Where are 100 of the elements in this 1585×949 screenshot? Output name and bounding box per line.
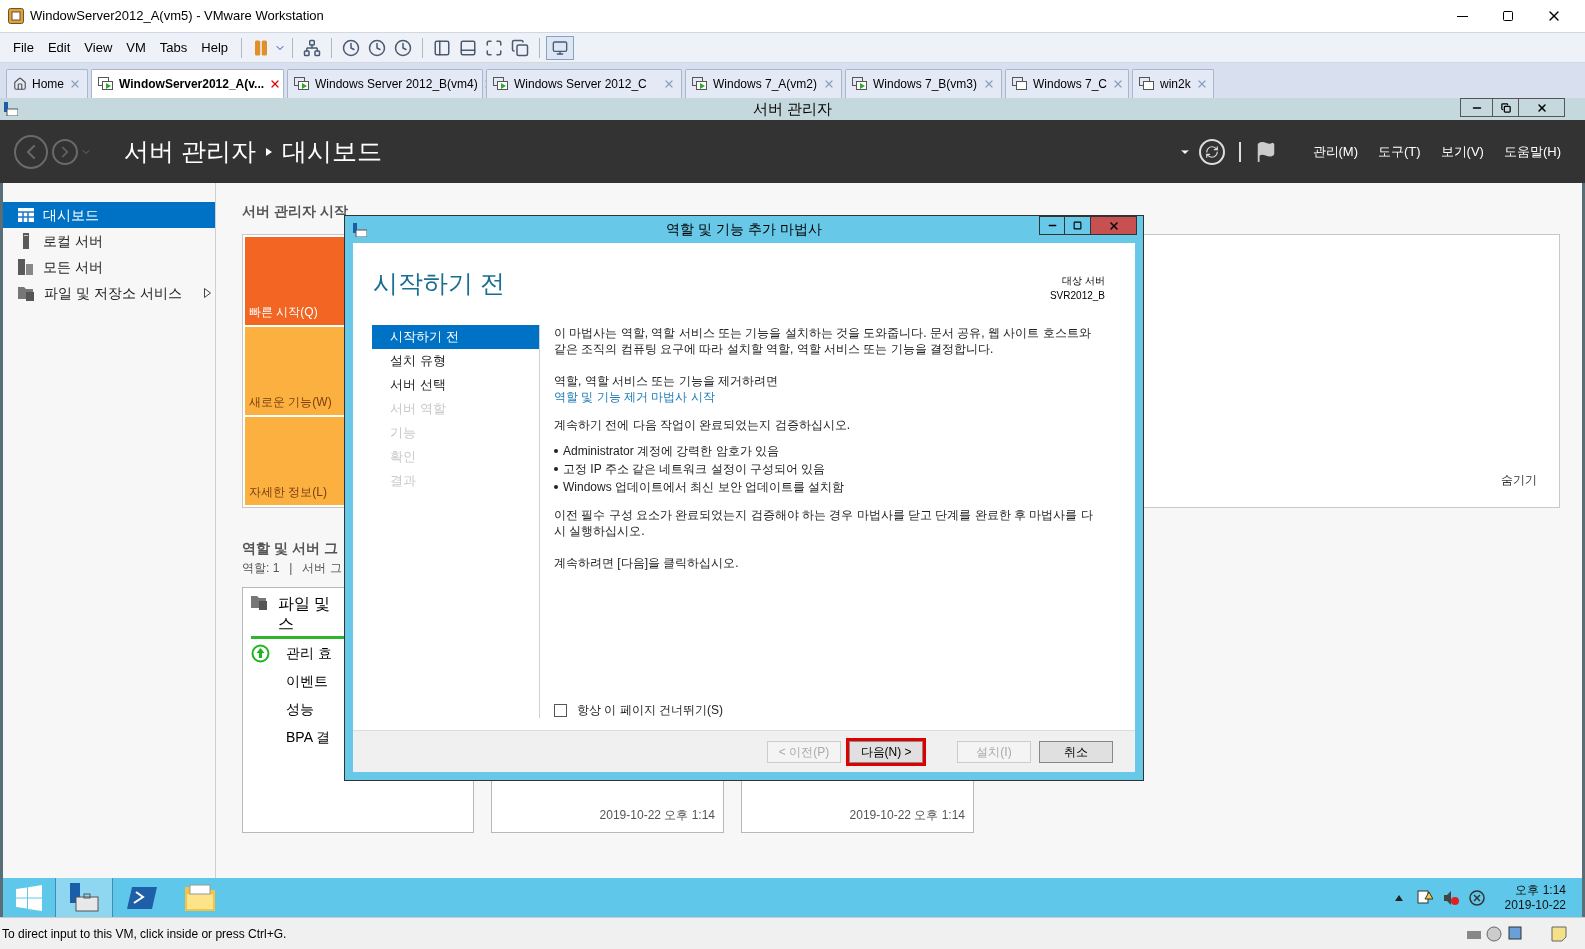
vm-tab[interactable]: Windows 7_B(vm3) xyxy=(845,69,1002,98)
sidebar-item[interactable]: 파일 및 저장소 서비스 xyxy=(3,280,215,306)
tab-label: Windows 7_C xyxy=(1033,76,1108,93)
wizard-step[interactable]: 시작하기 전 xyxy=(372,325,539,349)
wizard-step[interactable]: 설치 유형 xyxy=(372,349,539,373)
vm-tab[interactable]: win2k xyxy=(1132,69,1214,98)
tab-label: win2k xyxy=(1160,76,1191,93)
tile[interactable]: 자세한 정보(L) xyxy=(245,417,345,505)
timestamp: 2019-10-22 오후 1:14 xyxy=(849,807,965,824)
windows-logo-icon xyxy=(16,884,42,911)
card-row-label[interactable]: 관리 효 xyxy=(286,642,332,664)
restore-icon xyxy=(1500,102,1511,113)
speaker-muted-icon[interactable] xyxy=(1442,889,1459,906)
vm-icon xyxy=(493,77,509,91)
timestamp: 2019-10-22 오후 1:14 xyxy=(599,807,715,824)
vm-tab[interactable]: Home xyxy=(6,69,88,98)
menu-item[interactable]: 관리(M) xyxy=(1302,141,1368,162)
menu-item[interactable]: VM xyxy=(119,37,153,58)
server-manager-icon xyxy=(4,102,18,116)
cancel-icon[interactable] xyxy=(1468,889,1485,906)
remove-wizard-link[interactable]: 역할 및 기능 제거 마법사 시작 xyxy=(554,389,715,405)
vm-icon xyxy=(1139,77,1155,91)
tab-label: Windows Server 2012_B(vm4) xyxy=(315,76,478,93)
card-row-label[interactable]: 이벤트 xyxy=(286,670,328,692)
menu-item[interactable]: Tabs xyxy=(152,37,195,58)
paragraph: 이전 필수 구성 요소가 완료되었는지 검증해야 하는 경우 마법사를 닫고 단계를 완료한 후 마법사를 다시 실행하십시오. xyxy=(554,507,1094,539)
breadcrumb-arrow-icon xyxy=(265,147,272,156)
status-text: To direct input to this VM, click inside or press Ctrl+G. xyxy=(2,925,287,943)
card-row-label[interactable]: 성능 xyxy=(286,698,314,720)
sidebar-item[interactable]: 로컬 서버 xyxy=(3,228,215,254)
vm-tab[interactable]: Windows Server 2012_B(vm4) xyxy=(287,69,483,98)
wizard-button[interactable]: 다음(N) > xyxy=(849,740,923,763)
paragraph: 이 마법사는 역할, 역할 서비스 또는 기능을 설치하는 것을 도와줍니다. 문서 공유, 웹 사이트 호스트와 같은 조직의 컴퓨팅 요구에 따라 설치할 역할, 역할 서비스 또는 기능을 결정합니다. xyxy=(554,325,1092,357)
terminal-icon xyxy=(127,886,157,909)
bullet-item: Administrator 계정에 강력한 암호가 있음 xyxy=(563,443,780,459)
refresh-icon xyxy=(1204,144,1219,159)
breadcrumb-item[interactable]: 대시보드 xyxy=(281,132,382,171)
vm-icon xyxy=(98,77,114,91)
menu-item[interactable]: 도구(T) xyxy=(1368,141,1431,162)
target-server-label: 대상 서버 xyxy=(1061,274,1105,288)
vm-tab[interactable]: WindowServer2012_A(v... xyxy=(91,69,284,98)
dialog-title: 역할 및 기능 추가 마법사 xyxy=(666,220,822,239)
close-icon xyxy=(1535,101,1548,114)
tab-label: Home xyxy=(32,76,64,93)
vm-tab[interactable]: Windows 7_A(vm2) xyxy=(685,69,842,98)
vm-icon xyxy=(692,77,708,91)
servers-icon xyxy=(18,259,34,275)
app-icon xyxy=(8,8,24,24)
vm-icon xyxy=(852,77,868,91)
wizard-step[interactable]: 서버 선택 xyxy=(372,373,539,397)
tab-label: WindowServer2012_A(v... xyxy=(119,76,265,93)
bullet-item: 고정 IP 주소 같은 네트워크 설정이 구성되어 있음 xyxy=(563,461,826,477)
section-heading: 역할 및 서버 그 xyxy=(242,539,339,558)
menu-item[interactable]: View xyxy=(77,37,120,58)
toolbox-icon xyxy=(68,882,100,913)
vm-icon xyxy=(1012,77,1028,91)
grid-icon xyxy=(18,208,34,222)
tab-label: Windows 7_B(vm3) xyxy=(873,76,978,93)
clock-time[interactable]: 오후 1:14 xyxy=(1504,882,1566,898)
bullet-icon xyxy=(554,449,558,453)
skip-checkbox[interactable]: 항상 이 페이지 건너뛰기(S) xyxy=(554,702,1101,718)
maximize-icon xyxy=(1502,10,1514,22)
bullet-icon xyxy=(554,467,558,471)
clock-date[interactable]: 2019-10-22 xyxy=(1504,897,1566,913)
tray-arrow-icon[interactable] xyxy=(1394,894,1403,901)
menu-item[interactable]: Edit xyxy=(40,37,78,58)
page-heading: 시작하기 전 xyxy=(373,268,505,299)
tile[interactable]: 새로운 기능(W) xyxy=(245,327,345,415)
server-manager-icon xyxy=(353,222,367,237)
expand-arrow-icon[interactable] xyxy=(204,288,211,298)
folder-icon xyxy=(18,285,35,301)
network-warning-icon[interactable] xyxy=(1416,889,1433,906)
menu-item[interactable]: Help xyxy=(194,37,236,58)
paragraph: 계속하기 전에 다음 작업이 완료되었는지 검증하십시오. xyxy=(554,417,851,433)
card-title[interactable]: 파일 및 스 xyxy=(278,594,331,634)
target-server-name: SVR2012_B xyxy=(1049,289,1105,303)
menu-item[interactable]: 도움말(H) xyxy=(1493,141,1571,162)
refresh-button[interactable] xyxy=(1198,138,1225,165)
monitor-icon xyxy=(552,39,569,56)
maximize-icon xyxy=(1073,221,1082,230)
sidebar-item[interactable]: 모든 서버 xyxy=(3,254,215,280)
vm-tab[interactable]: Windows Server 2012_C xyxy=(486,69,682,98)
menu-item[interactable]: File xyxy=(6,37,41,58)
vm-icon xyxy=(294,77,310,91)
message-icon[interactable] xyxy=(1551,925,1567,942)
wizard-button[interactable]: 취소 xyxy=(1039,740,1113,763)
console-view-button[interactable] xyxy=(546,35,575,60)
minimize-button[interactable] xyxy=(1460,98,1493,117)
menu-item[interactable]: 보기(V) xyxy=(1430,141,1494,162)
guest-window-title: 서버 관리자 xyxy=(752,98,833,119)
hide-link[interactable]: 숨기기 xyxy=(1501,471,1537,489)
restore-button[interactable] xyxy=(1493,98,1519,117)
taskbar-app[interactable] xyxy=(55,878,113,917)
card-row-label[interactable]: BPA 결 xyxy=(286,726,331,748)
sidebar-item[interactable]: 대시보드 xyxy=(3,202,215,228)
vm-tab[interactable]: Windows 7_C xyxy=(1005,69,1129,98)
tab-label: Windows Server 2012_C xyxy=(514,76,648,93)
breadcrumb-item[interactable]: 서버 관리자 xyxy=(124,132,256,171)
minimize-button[interactable] xyxy=(1039,216,1065,235)
close-icon xyxy=(1107,219,1120,232)
